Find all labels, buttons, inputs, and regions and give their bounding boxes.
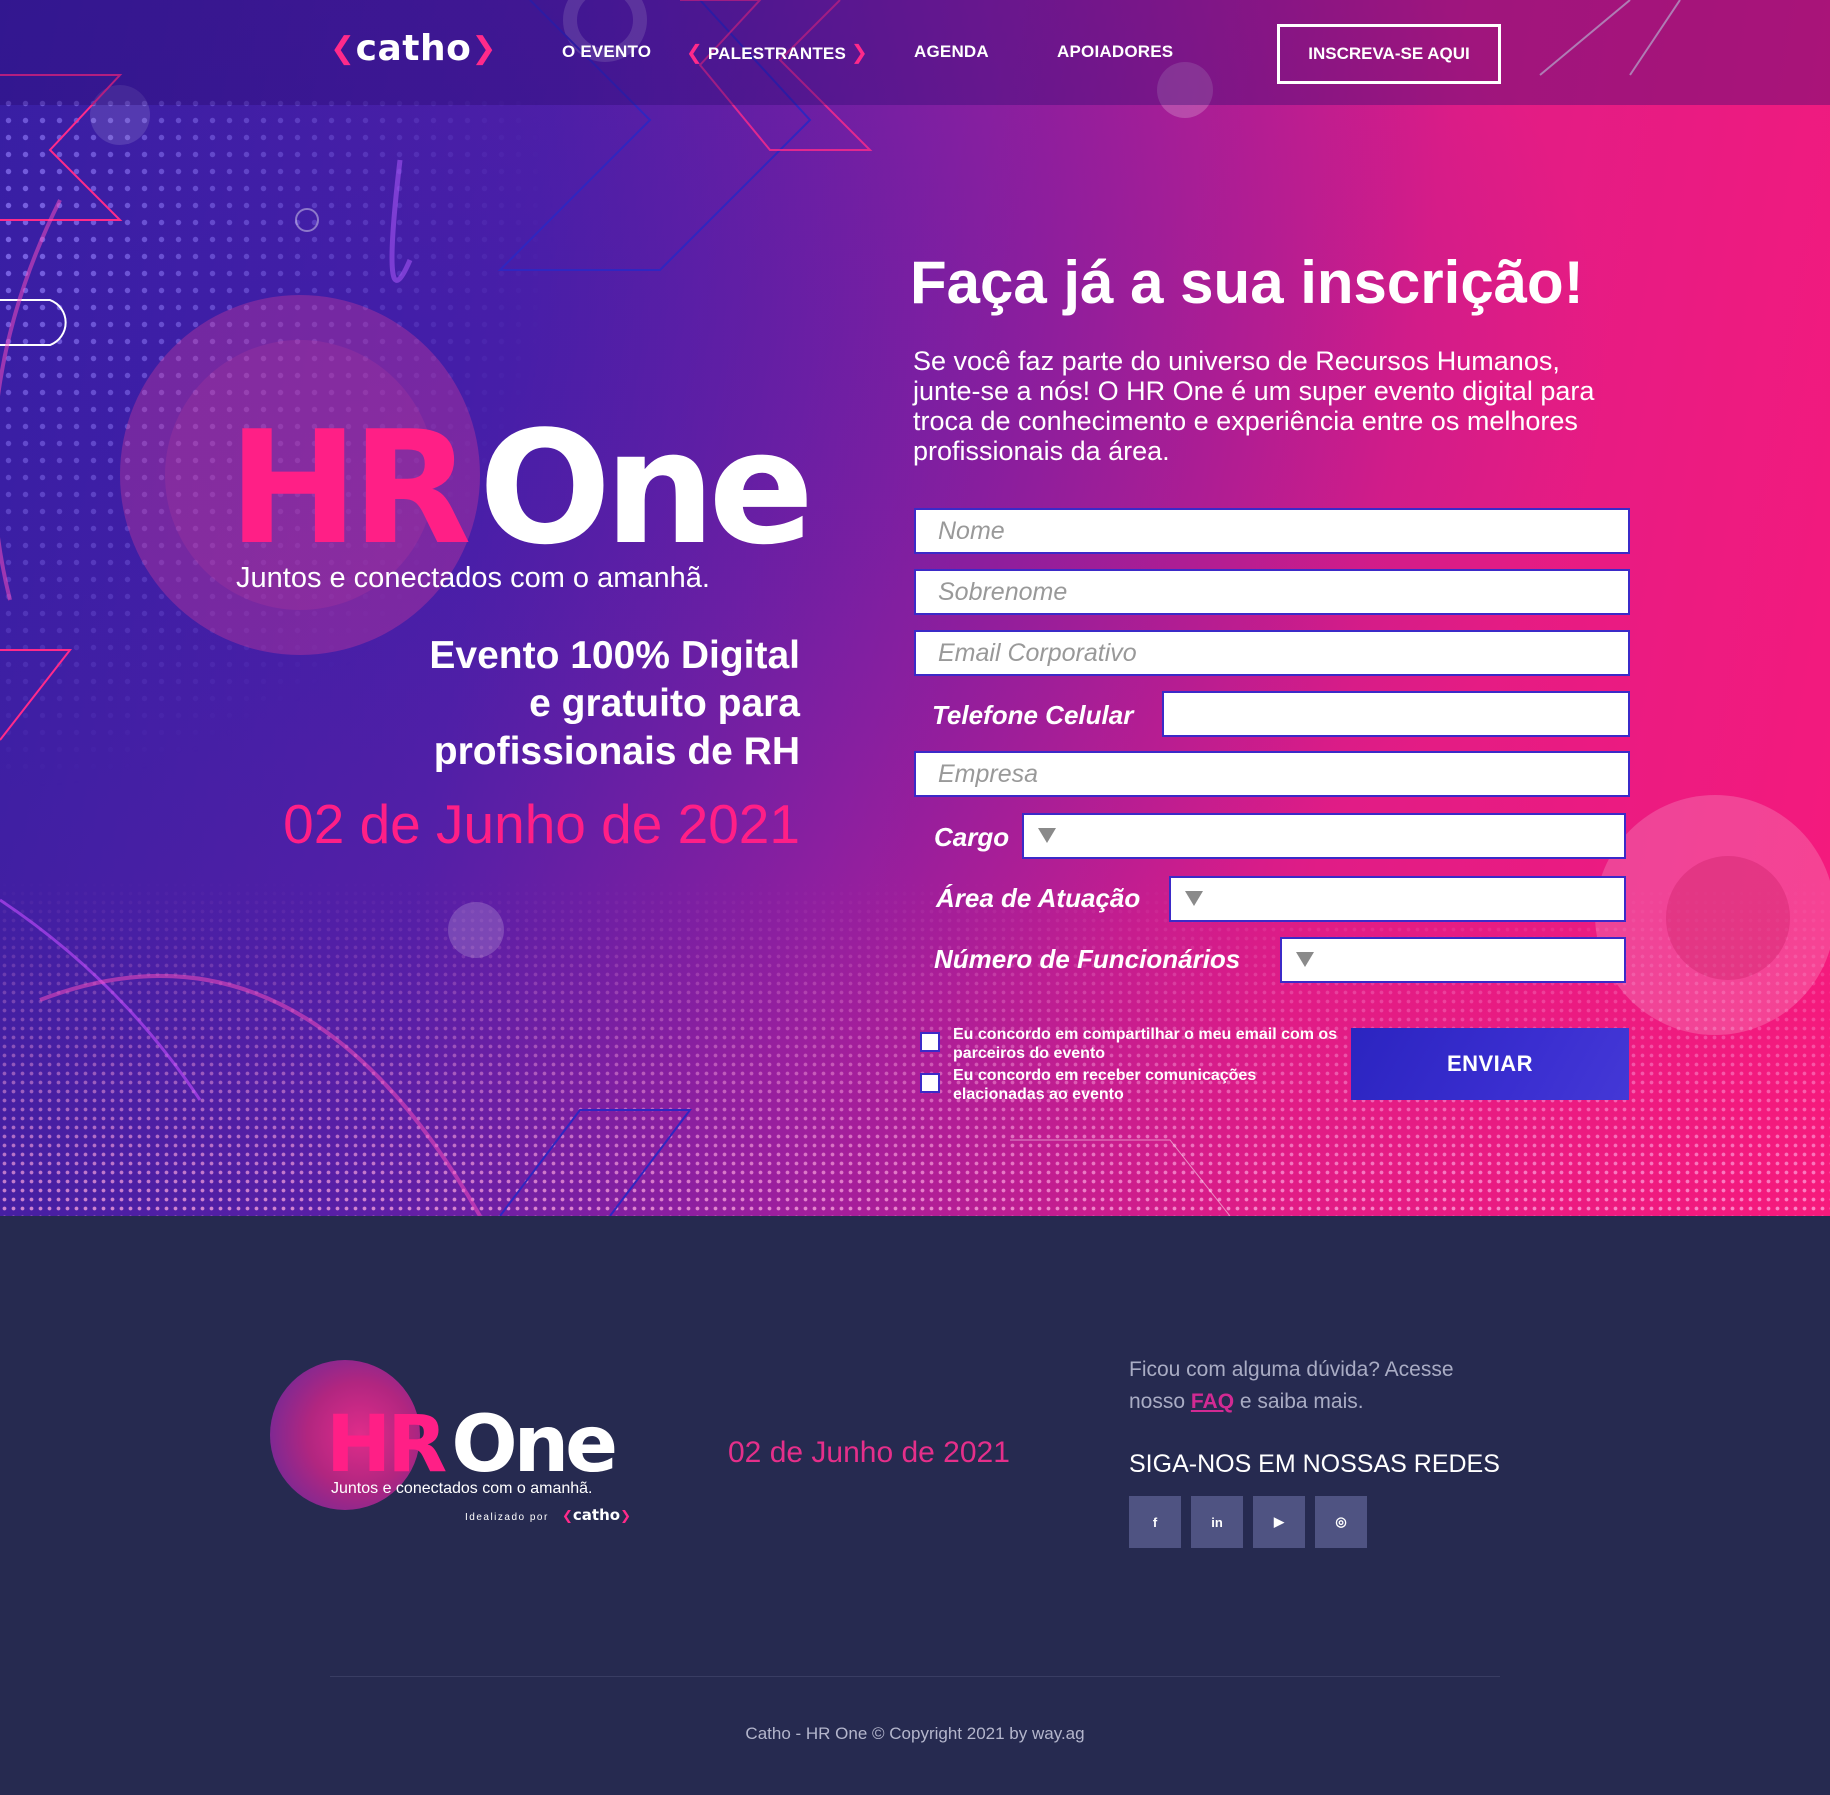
faq-text: Ficou com alguma dúvida? Acesse nosso FA…: [1129, 1354, 1509, 1418]
email-field: [914, 630, 1630, 676]
cargo-label: Cargo: [934, 822, 1010, 852]
company-field: [914, 751, 1630, 797]
consent-comms-label: Eu concordo em receber comunicações elac…: [953, 1067, 1257, 1103]
submit-button[interactable]: ENVIAR: [1351, 1028, 1629, 1100]
dropdown-arrow-icon: [1296, 952, 1314, 967]
nav-item-palestrantes[interactable]: ❮ PALESTRANTES ❯: [686, 40, 868, 64]
chevron-left-icon: ❮: [330, 31, 356, 66]
surname-input[interactable]: [916, 571, 1628, 613]
nav-item-label: PALESTRANTES: [707, 44, 846, 63]
dropdown-arrow-icon: [1185, 891, 1203, 906]
surname-field: [914, 569, 1630, 615]
dropdown-arrow-icon: [1038, 828, 1056, 843]
event-description-line: Evento 100% Digital: [429, 634, 800, 677]
brand-hr: HR: [326, 1400, 447, 1490]
footer-brand: HR One: [326, 1406, 618, 1484]
footer-hr-one-logo: HR One Juntos e conectados com o amanhã. …: [270, 1360, 650, 1540]
event-date: 02 de Junho de 2021: [283, 793, 800, 855]
event-description: Evento 100% Digital e gratuito para prof…: [300, 632, 800, 776]
phone-label: Telefone Celular: [932, 700, 1134, 730]
youtube-icon[interactable]: ▶: [1253, 1496, 1305, 1548]
brand-one: One: [451, 1400, 618, 1490]
nav-item-agenda[interactable]: AGENDA: [914, 42, 989, 62]
hero-tagline: Juntos e conectados com o amanhã.: [236, 562, 710, 594]
form-title: Faça já a sua inscrição!: [910, 249, 1584, 316]
footer-catho-logo: ❮catho❯: [562, 1506, 631, 1524]
follow-title: SIGA-NOS EM NOSSAS REDES: [1129, 1450, 1500, 1478]
chevron-right-icon: ❯: [850, 40, 868, 64]
instagram-icon[interactable]: ◎: [1315, 1496, 1367, 1548]
idealized-by-text: Idealizado por: [465, 1512, 549, 1523]
footer-tagline: Juntos e conectados com o amanhã.: [331, 1480, 593, 1497]
footer-divider: [330, 1676, 1500, 1677]
employees-select[interactable]: [1280, 937, 1626, 983]
cargo-select[interactable]: [1022, 813, 1626, 859]
company-input[interactable]: [916, 753, 1628, 795]
brand-one: One: [478, 397, 814, 579]
phone-field: [1162, 691, 1630, 737]
logo-text: catho: [355, 28, 472, 69]
brand-hr: HR: [228, 397, 472, 579]
event-description-line: e gratuito para: [529, 682, 800, 725]
employees-label: Número de Funcionários: [934, 944, 1241, 974]
chevron-right-icon: ❯: [620, 1509, 631, 1524]
consent-comms-checkbox[interactable]: [920, 1073, 940, 1093]
copyright-text: Catho - HR One © Copyright 2021 by way.a…: [745, 1724, 1085, 1743]
consent-share-checkbox[interactable]: [920, 1032, 940, 1052]
faq-suffix: e saiba mais.: [1234, 1390, 1364, 1413]
footer-catho-text: catho: [572, 1506, 621, 1524]
form-description: Se você faz parte do universo de Recurso…: [913, 346, 1595, 466]
chevron-right-icon: ❯: [471, 31, 497, 66]
chevron-left-icon: ❮: [562, 1509, 573, 1524]
event-description-line: profissionais de RH: [433, 730, 800, 773]
chevron-left-icon: ❮: [686, 40, 703, 64]
linkedin-icon[interactable]: in: [1191, 1496, 1243, 1548]
footer-event-date: 02 de Junho de 2021: [728, 1436, 1010, 1469]
consent-share-label: Eu concordo em compartilhar o meu email …: [953, 1026, 1338, 1062]
nav-item-o-evento[interactable]: O EVENTO: [562, 42, 651, 62]
phone-input[interactable]: [1164, 693, 1628, 735]
area-select[interactable]: [1169, 876, 1626, 922]
area-label: Área de Atuação: [936, 883, 1141, 913]
name-field: [914, 508, 1630, 554]
email-input[interactable]: [916, 632, 1628, 674]
catho-logo[interactable]: ❮ catho ❯: [330, 28, 497, 69]
facebook-icon[interactable]: f: [1129, 1496, 1181, 1548]
nav-item-apoiadores[interactable]: APOIADORES: [1057, 42, 1173, 62]
hr-one-logo: HROne: [228, 410, 814, 566]
faq-link[interactable]: FAQ: [1191, 1390, 1234, 1413]
register-cta-button[interactable]: INSCREVA-SE AQUI: [1277, 24, 1501, 84]
name-input[interactable]: [916, 510, 1628, 552]
